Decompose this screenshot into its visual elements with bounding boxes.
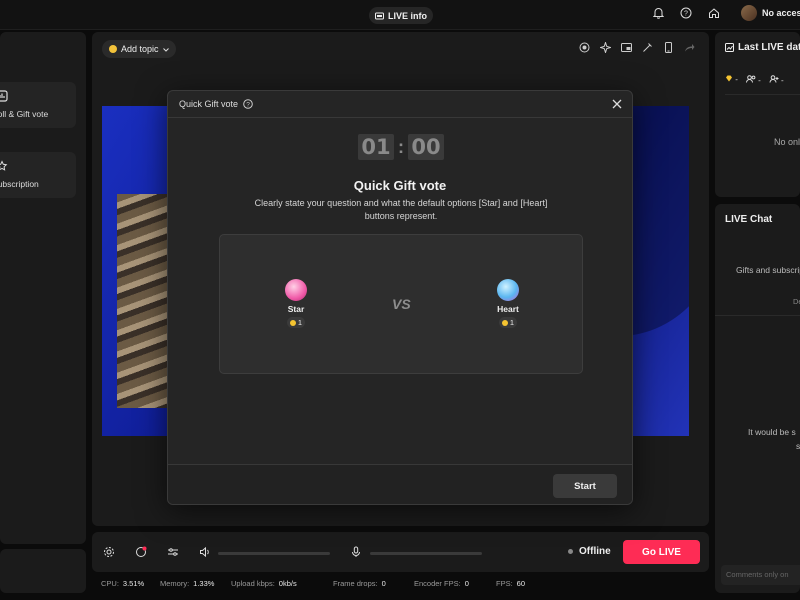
share-icon[interactable] bbox=[684, 42, 695, 53]
layout-icon[interactable] bbox=[621, 42, 632, 53]
vote-options-box: Star 1 VS Heart 1 bbox=[219, 234, 583, 374]
sidebar-item-label: Subscription bbox=[0, 179, 39, 189]
stat-encoder-fps: Encoder FPS: 0 bbox=[414, 579, 469, 588]
live-info-label: LIVE info bbox=[388, 10, 427, 21]
last-live-title: Last LIVE data bbox=[725, 42, 800, 53]
vote-timer[interactable]: 01 : 00 bbox=[358, 134, 444, 160]
gifts-info-subtext: De bbox=[793, 297, 800, 306]
live-chat-title: LIVE Chat bbox=[725, 214, 773, 225]
sidebar-item-poll-gift-vote[interactable]: Poll & Gift vote bbox=[0, 82, 76, 128]
live-info-icon bbox=[375, 12, 384, 19]
tools-icon[interactable] bbox=[642, 42, 653, 53]
stat-cpu: CPU: 3.51% bbox=[101, 579, 145, 588]
record-icon[interactable] bbox=[579, 42, 590, 53]
adjust-icon[interactable] bbox=[167, 546, 179, 558]
stat-upload: Upload kbps: 0kb/s bbox=[231, 579, 297, 588]
dialog-heading: Quick Gift vote bbox=[353, 178, 447, 193]
gifts-info-text: Gifts and subscriptions bbox=[736, 265, 800, 275]
help-icon[interactable]: ? bbox=[243, 99, 253, 109]
svg-text:?: ? bbox=[684, 11, 688, 18]
svg-text:?: ? bbox=[246, 101, 250, 108]
chat-empty-text-2: s bbox=[796, 441, 800, 451]
diamond-icon bbox=[726, 75, 732, 82]
chat-empty-text: It would be s bbox=[748, 427, 796, 437]
option-name: Star bbox=[287, 304, 305, 314]
no-online-text: No online bbox=[774, 137, 800, 147]
add-topic-button[interactable]: Add topic bbox=[102, 40, 176, 58]
timer-colon: : bbox=[398, 136, 404, 157]
coin-cost: 1 bbox=[498, 317, 518, 328]
stream-status: Offline bbox=[568, 546, 611, 557]
topic-icon bbox=[109, 45, 117, 53]
bell-icon[interactable] bbox=[651, 6, 665, 20]
close-icon[interactable] bbox=[611, 98, 623, 110]
quick-gift-vote-dialog: Quick Gift vote ? 01 : 00 Quick Gift vot… bbox=[167, 90, 633, 505]
heart-gift-icon bbox=[497, 279, 519, 301]
timer-seconds[interactable]: 00 bbox=[408, 134, 444, 160]
start-button[interactable]: Start bbox=[553, 474, 617, 498]
settings-icon[interactable] bbox=[103, 546, 115, 558]
sidebar-item-subscription[interactable]: Subscription bbox=[0, 152, 76, 198]
diamonds-stat: - bbox=[725, 75, 738, 85]
left-bottom-panel bbox=[0, 549, 86, 593]
status-dot bbox=[568, 549, 573, 554]
dialog-header: Quick Gift vote ? bbox=[168, 91, 632, 118]
poll-icon bbox=[0, 90, 8, 104]
bottom-control-bar: Offline Go LIVE bbox=[92, 532, 709, 572]
stat-memory: Memory: 1.33% bbox=[160, 579, 215, 588]
viewers-stat: - bbox=[745, 75, 761, 85]
divider bbox=[725, 94, 800, 95]
phone-icon[interactable] bbox=[663, 42, 674, 53]
help-icon[interactable]: ? bbox=[679, 6, 693, 20]
coin-icon bbox=[289, 319, 296, 326]
status-label: Offline bbox=[579, 546, 611, 557]
stat-frame-drops: Frame drops: 0 bbox=[333, 579, 386, 588]
speaker-icon[interactable] bbox=[199, 546, 211, 558]
speaker-volume-slider[interactable] bbox=[218, 552, 330, 555]
vs-label: VS bbox=[392, 296, 411, 312]
home-icon[interactable] bbox=[707, 6, 721, 20]
option-name: Heart bbox=[497, 304, 519, 314]
vote-option-heart[interactable]: Heart 1 bbox=[488, 279, 528, 328]
sidebar-item-label: Poll & Gift vote bbox=[0, 109, 49, 119]
microphone-volume-slider[interactable] bbox=[370, 552, 482, 555]
effects-icon[interactable] bbox=[600, 42, 611, 53]
performance-stats: CPU: 3.51% Memory: 1.33% Upload kbps: 0kb/s… bbox=[101, 579, 525, 588]
subscription-icon bbox=[0, 160, 8, 174]
account-label[interactable]: No access bbox=[762, 8, 800, 18]
microphone-icon[interactable] bbox=[350, 546, 362, 558]
add-topic-label: Add topic bbox=[121, 44, 159, 54]
live-chat-panel: LIVE Chat Gifts and subscriptions De It … bbox=[715, 204, 800, 593]
stat-fps: FPS: 60 bbox=[496, 579, 526, 588]
chevron-down-icon bbox=[162, 44, 169, 54]
last-live-data-panel: Last LIVE data - - - No online bbox=[715, 32, 800, 197]
star-gift-icon bbox=[285, 279, 307, 301]
dialog-footer: Start bbox=[168, 464, 632, 504]
vote-option-star[interactable]: Star 1 bbox=[276, 279, 316, 328]
live-info-button[interactable]: LIVE info bbox=[369, 7, 433, 24]
dialog-description: Clearly state your question and what the… bbox=[254, 198, 548, 221]
divider bbox=[715, 315, 800, 316]
camera-effects-icon[interactable] bbox=[135, 546, 147, 558]
followers-stat: - bbox=[769, 75, 784, 85]
chat-input[interactable]: Comments only on bbox=[721, 565, 800, 585]
camera-feed-image bbox=[117, 194, 169, 408]
avatar[interactable] bbox=[741, 5, 757, 21]
coin-cost: 1 bbox=[286, 317, 306, 328]
chart-icon bbox=[725, 43, 734, 52]
timer-minutes[interactable]: 01 bbox=[358, 134, 394, 160]
left-tools-panel: Poll & Gift vote Subscription bbox=[0, 32, 86, 544]
add-user-icon bbox=[769, 75, 779, 83]
go-live-button[interactable]: Go LIVE bbox=[623, 540, 700, 564]
coin-icon bbox=[501, 319, 508, 326]
users-icon bbox=[745, 75, 756, 83]
dialog-title: Quick Gift vote ? bbox=[179, 99, 253, 109]
top-bar: LIVE info ? No access bbox=[0, 0, 800, 30]
